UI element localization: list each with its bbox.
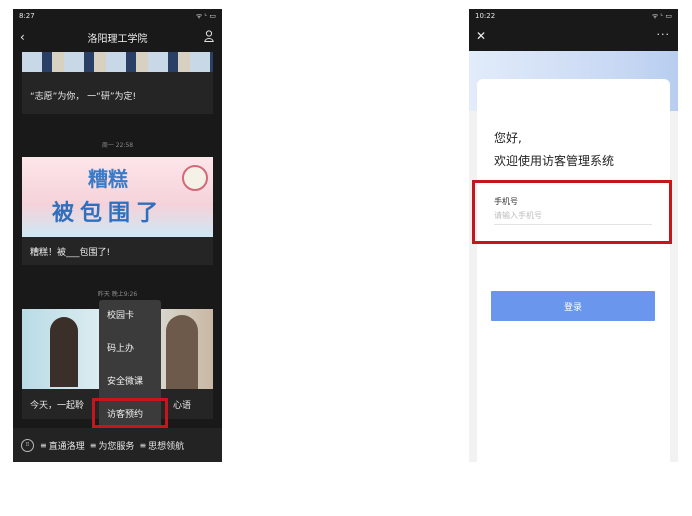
back-icon[interactable]: ‹: [20, 30, 25, 44]
article-card[interactable]: “志愿”为你， 一“研”为定!: [22, 52, 213, 114]
top-nav: ‹ 洛阳理工学院: [13, 23, 222, 51]
menu-icon: ≡: [89, 440, 97, 450]
menu-tab-direct[interactable]: ≡ 直通洛理: [40, 439, 85, 452]
article-caption-tail: 心语: [173, 401, 192, 411]
person-figure: [166, 315, 198, 389]
status-icons: ᯤ ᶫ ▭: [651, 11, 672, 20]
timestamp: 昨天 晚上9:26: [97, 291, 138, 298]
close-icon[interactable]: ✕: [476, 29, 486, 43]
article-caption: 糟糕！被___包围了!: [30, 248, 111, 258]
menu-icon: ≡: [139, 440, 147, 450]
login-panel: 您好, 欢迎使用访客管理系统 手机号 登录: [477, 79, 670, 462]
menu-tab-ideology[interactable]: ≡ 思想领航: [139, 439, 184, 452]
status-time: 10:22: [475, 12, 496, 20]
more-icon[interactable]: ···: [657, 28, 671, 41]
person-figure: [50, 317, 78, 387]
article-card[interactable]: 糟糕 被包围了 糟糕！被___包围了!: [22, 157, 213, 265]
page-title: 洛阳理工学院: [87, 33, 148, 45]
user-profile-icon[interactable]: [204, 30, 214, 42]
status-bar: 10:22 ᯤ ᶫ ▭: [469, 9, 678, 23]
bottom-menu-bar: ⠿ ≡ 直通洛理 ≡ 为您服务 ≡ 思想领航: [13, 428, 222, 462]
banner-mascot: [182, 165, 208, 191]
banner-subtitle: 被包围了: [52, 201, 165, 226]
login-button[interactable]: 登录: [491, 291, 655, 321]
status-bar: 8:27 ᯤ ᶫ ▭: [13, 9, 222, 23]
phone-screen-left: 8:27 ᯤ ᶫ ▭ ‹ 洛阳理工学院 “志愿”为你， 一“研”为定! 周一 2…: [13, 9, 222, 462]
article-image: 糟糕 被包围了: [22, 157, 213, 237]
greeting-line-1: 您好,: [494, 131, 522, 145]
menu-item-campus-card[interactable]: 校园卡: [99, 300, 161, 333]
top-nav: ✕ ···: [469, 23, 678, 51]
timestamp: 周一 22:58: [101, 142, 134, 149]
menu-item-online-services[interactable]: 码上办: [99, 333, 161, 366]
menu-tab-service[interactable]: ≡ 为您服务: [90, 439, 135, 452]
greeting-line-2: 欢迎使用访客管理系统: [494, 154, 615, 168]
highlight-box-visitor-booking: [92, 398, 168, 428]
article-caption: “志愿”为你， 一“研”为定!: [30, 92, 137, 102]
menu-item-safety-course[interactable]: 安全微课: [99, 366, 161, 399]
menu-icon: ≡: [40, 440, 47, 450]
status-icons: ᯤ ᶫ ▭: [195, 11, 216, 20]
status-time: 8:27: [19, 12, 35, 20]
article-caption: 今天，一起聆: [30, 401, 85, 411]
highlight-box-phone-field: [472, 180, 672, 244]
article-image: [22, 52, 213, 72]
keyboard-icon[interactable]: ⠿: [21, 438, 34, 452]
banner-title: 糟糕: [88, 167, 128, 191]
